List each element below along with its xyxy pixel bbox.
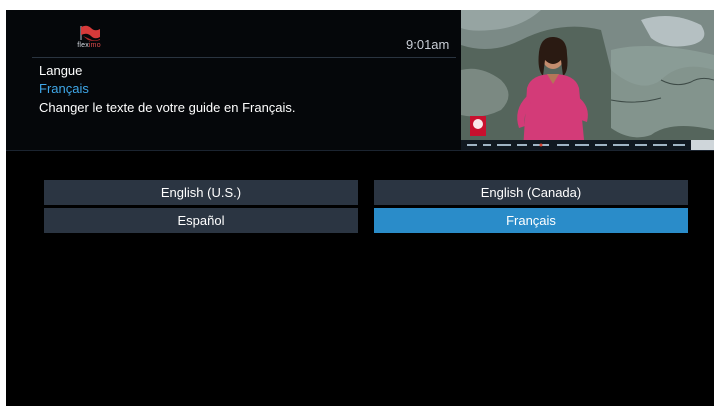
logo-text: fleximo xyxy=(64,42,114,49)
header-divider xyxy=(6,150,714,151)
option-francais[interactable]: Français xyxy=(374,208,688,233)
setting-current-value: Français xyxy=(39,81,89,96)
logo-text-suffix: imo xyxy=(88,42,101,49)
logo-text-prefix: flex xyxy=(77,42,89,49)
flag-logo-icon xyxy=(80,25,100,41)
app-logo: fleximo xyxy=(64,24,114,52)
header-rule xyxy=(32,57,456,58)
tv-screen: fleximo 9:01am Langue Français Changer l… xyxy=(6,10,714,406)
weather-map-image xyxy=(461,10,714,150)
option-espanol[interactable]: Español xyxy=(44,208,358,233)
option-english-us[interactable]: English (U.S.) xyxy=(44,180,358,205)
setting-description: Changer le texte de votre guide en Franç… xyxy=(39,100,296,115)
header: fleximo 9:01am Langue Français Changer l… xyxy=(6,10,714,150)
option-english-canada[interactable]: English (Canada) xyxy=(374,180,688,205)
clock: 9:01am xyxy=(406,37,450,52)
live-tv-preview xyxy=(461,10,714,150)
setting-title: Langue xyxy=(39,63,83,78)
